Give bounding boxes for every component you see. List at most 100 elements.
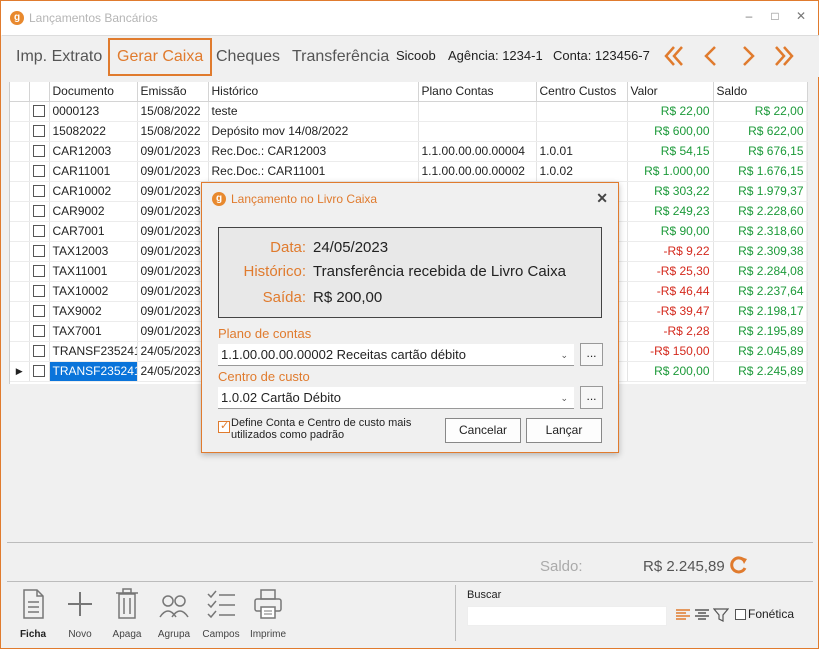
default-checkbox[interactable]	[218, 419, 230, 433]
col-plano-contas[interactable]: Plano Contas	[418, 82, 537, 102]
cell-emissao[interactable]: 09/01/2023	[137, 241, 209, 262]
cell-historico[interactable]: Rec.Doc.: CAR11001	[208, 161, 419, 182]
row-checkbox[interactable]	[29, 261, 50, 282]
cell-valor[interactable]: R$ 54,15	[627, 141, 714, 162]
checkbox-icon[interactable]	[33, 205, 45, 217]
cell-emissao[interactable]: 09/01/2023	[137, 261, 209, 282]
cell-emissao[interactable]: 09/01/2023	[137, 181, 209, 202]
minimize-button[interactable]: –	[742, 9, 756, 23]
cell-emissao[interactable]: 09/01/2023	[137, 141, 209, 162]
checkbox-icon[interactable]	[33, 325, 45, 337]
campos-button[interactable]: Campos	[197, 587, 245, 640]
cell-emissao[interactable]: 15/08/2022	[137, 121, 209, 142]
first-record-icon[interactable]	[660, 41, 690, 71]
novo-button[interactable]: Novo	[56, 587, 104, 640]
cell-documento[interactable]: CAR12003	[49, 141, 138, 162]
plano-contas-browse-button[interactable]: ...	[580, 343, 603, 366]
cell-emissao[interactable]: 09/01/2023	[137, 161, 209, 182]
ficha-button[interactable]: Ficha	[9, 587, 57, 640]
cell-emissao[interactable]: 15/08/2022	[137, 101, 209, 122]
tab-imp-extrato[interactable]: Imp. Extrato	[9, 38, 109, 76]
cell-documento[interactable]: 0000123	[49, 101, 138, 122]
tab-cheques[interactable]: Cheques	[209, 38, 287, 76]
cancel-button[interactable]: Cancelar	[445, 418, 521, 443]
cell-saldo[interactable]: R$ 2.309,38	[713, 241, 808, 262]
cell-documento[interactable]: TRANSF235241	[49, 361, 138, 382]
cell-documento[interactable]: CAR10002	[49, 181, 138, 202]
cell-emissao[interactable]: 09/01/2023	[137, 221, 209, 242]
search-input[interactable]	[467, 606, 667, 626]
cell-emissao[interactable]: 24/05/2023	[137, 341, 209, 362]
col-historico[interactable]: Histórico	[208, 82, 419, 102]
cell-saldo[interactable]: R$ 2.198,17	[713, 301, 808, 322]
cell-saldo[interactable]: R$ 622,00	[713, 121, 808, 142]
cell-documento[interactable]: TAX7001	[49, 321, 138, 342]
cell-documento[interactable]: TAX9002	[49, 301, 138, 322]
cell-documento[interactable]: TAX11001	[49, 261, 138, 282]
col-valor[interactable]: Valor	[627, 82, 714, 102]
table-row[interactable]: CAR11001 09/01/2023 Rec.Doc.: CAR11001 1.1.…	[10, 161, 808, 182]
checkbox-icon[interactable]	[33, 365, 45, 377]
table-row[interactable]: 0000123 15/08/2022 teste R$ 22,00 R$ 22,00	[10, 101, 808, 122]
checkbox-icon[interactable]	[33, 245, 45, 257]
cell-saldo[interactable]: R$ 22,00	[713, 101, 808, 122]
row-checkbox[interactable]	[29, 321, 50, 342]
apaga-button[interactable]: Apaga	[103, 587, 151, 640]
cell-saldo[interactable]: R$ 2.245,89	[713, 361, 808, 382]
cell-documento[interactable]: TAX10002	[49, 281, 138, 302]
cell-saldo[interactable]: R$ 1.979,37	[713, 181, 808, 202]
agrupa-button[interactable]: Agrupa	[150, 587, 198, 640]
cell-valor[interactable]: R$ 600,00	[627, 121, 714, 142]
row-checkbox[interactable]	[29, 301, 50, 322]
centro-custo-browse-button[interactable]: ...	[580, 386, 603, 409]
dialog-close-icon[interactable]: ✕	[596, 190, 608, 207]
checkbox-icon[interactable]	[33, 145, 45, 157]
cell-plano-contas[interactable]	[418, 121, 537, 142]
plano-contas-select[interactable]: 1.1.00.00.00.00002 Receitas cartão débit…	[218, 344, 574, 366]
checkbox-icon[interactable]	[33, 265, 45, 277]
cell-documento[interactable]: TRANSF235241	[49, 341, 138, 362]
align-left-icon[interactable]	[675, 608, 691, 622]
cell-saldo[interactable]: R$ 676,15	[713, 141, 808, 162]
cell-historico[interactable]: Rec.Doc.: CAR12003	[208, 141, 419, 162]
cell-historico[interactable]: teste	[208, 101, 419, 122]
row-checkbox[interactable]	[29, 221, 50, 242]
cell-saldo[interactable]: R$ 2.045,89	[713, 341, 808, 362]
cell-centro-custos[interactable]: 1.0.01	[536, 141, 628, 162]
tab-gerar-caixa[interactable]: Gerar Caixa	[108, 38, 213, 76]
cell-emissao[interactable]: 09/01/2023	[137, 321, 209, 342]
cell-valor[interactable]: R$ 22,00	[627, 101, 714, 122]
previous-record-icon[interactable]	[696, 41, 726, 71]
cell-documento[interactable]: CAR9002	[49, 201, 138, 222]
cell-documento[interactable]: CAR11001	[49, 161, 138, 182]
cell-valor[interactable]: R$ 1.000,00	[627, 161, 714, 182]
table-row[interactable]: 15082022 15/08/2022 Depósito mov 14/08/202…	[10, 121, 808, 142]
cell-saldo[interactable]: R$ 2.318,60	[713, 221, 808, 242]
col-saldo[interactable]: Saldo	[713, 82, 808, 102]
cell-valor[interactable]: -R$ 150,00	[627, 341, 714, 362]
cell-plano-contas[interactable]: 1.1.00.00.00.00004	[418, 141, 537, 162]
checkbox-icon[interactable]	[33, 185, 45, 197]
fonetica-checkbox[interactable]	[735, 609, 746, 620]
row-checkbox[interactable]	[29, 201, 50, 222]
cell-saldo[interactable]: R$ 1.676,15	[713, 161, 808, 182]
cell-documento[interactable]: 15082022	[49, 121, 138, 142]
row-checkbox[interactable]	[29, 241, 50, 262]
cell-plano-contas[interactable]	[418, 101, 537, 122]
row-checkbox[interactable]	[29, 361, 50, 382]
cell-valor[interactable]: -R$ 9,22	[627, 241, 714, 262]
cell-saldo[interactable]: R$ 2.195,89	[713, 321, 808, 342]
row-checkbox[interactable]	[29, 101, 50, 122]
col-emissao[interactable]: Emissão	[137, 82, 209, 102]
cell-documento[interactable]: CAR7001	[49, 221, 138, 242]
cell-valor[interactable]: -R$ 46,44	[627, 281, 714, 302]
table-row[interactable]: CAR12003 09/01/2023 Rec.Doc.: CAR12003 1.1.…	[10, 141, 808, 162]
last-record-icon[interactable]	[768, 41, 798, 71]
row-checkbox[interactable]	[29, 281, 50, 302]
checkbox-icon[interactable]	[33, 105, 45, 117]
cell-valor[interactable]: R$ 303,22	[627, 181, 714, 202]
cell-valor[interactable]: -R$ 39,47	[627, 301, 714, 322]
cell-centro-custos[interactable]	[536, 121, 628, 142]
checkbox-icon[interactable]	[33, 345, 45, 357]
checkbox-icon[interactable]	[33, 225, 45, 237]
